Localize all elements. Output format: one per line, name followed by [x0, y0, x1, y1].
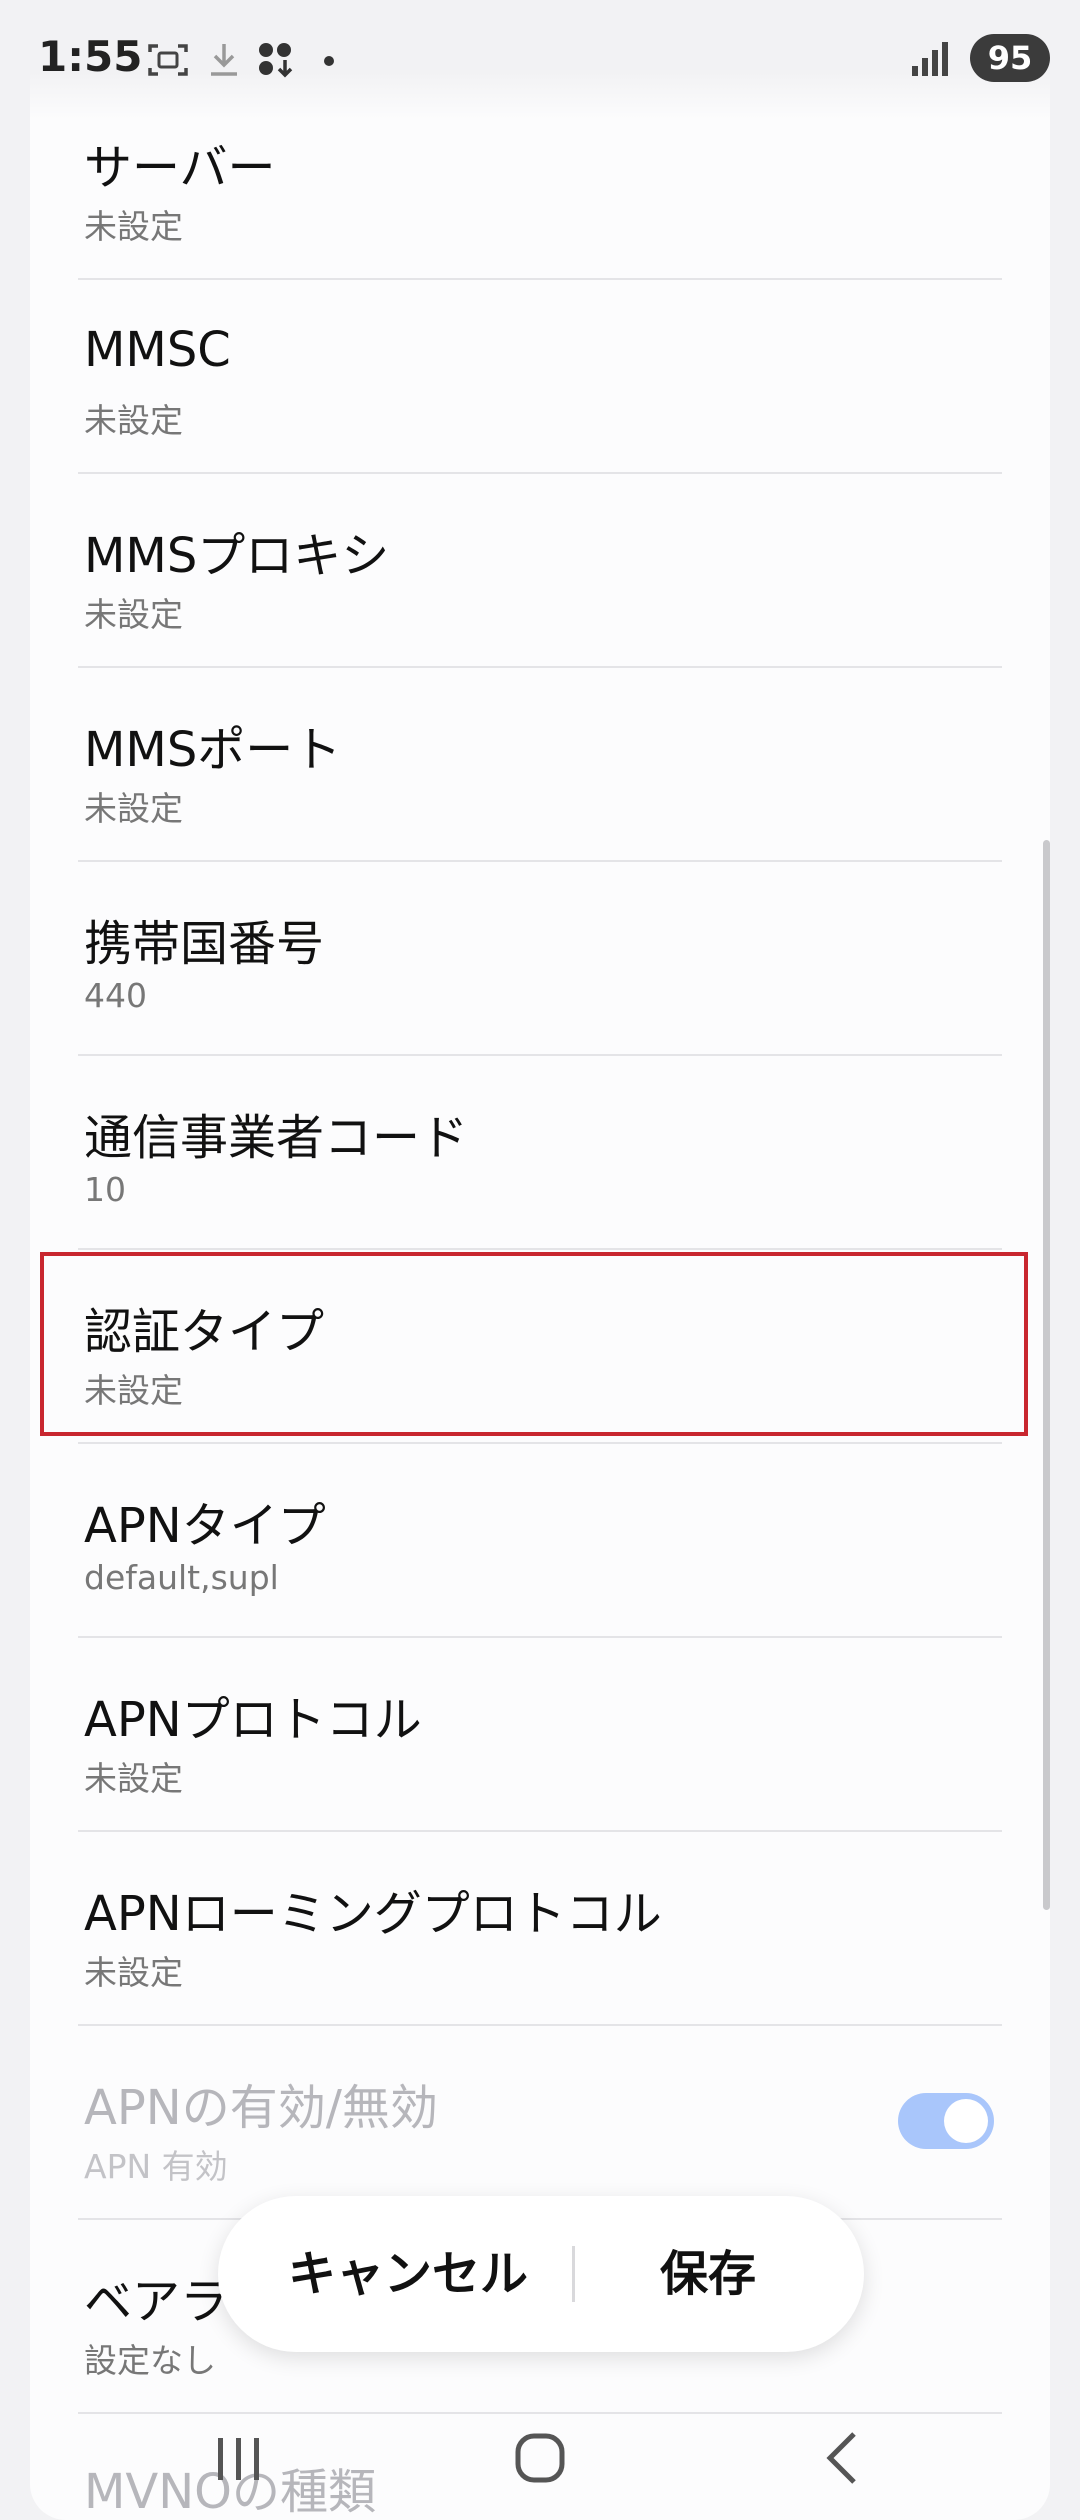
apn-enable-toggle[interactable]: [898, 2093, 994, 2149]
action-bar: キャンセル 保存: [218, 2196, 864, 2352]
home-icon[interactable]: [480, 2420, 600, 2500]
setting-title: APNの有効/無効: [84, 2080, 438, 2136]
setting-title: APNローミングプロトコル: [84, 1886, 662, 1942]
setting-title: ベアラ: [84, 2274, 229, 2330]
apps-download-icon: [259, 43, 293, 78]
selection-highlight: [40, 1252, 1028, 1436]
setting-title: APNプロトコル: [84, 1692, 422, 1748]
screenshot-icon: [148, 44, 188, 76]
setting-item-apn-protocol[interactable]: APNプロトコル 未設定: [84, 1652, 1004, 1846]
divider: [78, 1442, 1002, 1444]
setting-title: APNタイプ: [84, 1498, 326, 1554]
recent-apps-icon[interactable]: [178, 2420, 298, 2500]
setting-value: 設定なし: [84, 2341, 216, 2380]
setting-item-mms-port[interactable]: MMSポート 未設定: [84, 682, 1004, 876]
setting-value: 未設定: [84, 789, 183, 828]
divider: [78, 1248, 1002, 1250]
setting-value: APN 有効: [84, 2147, 228, 2186]
download-icon: [211, 44, 237, 76]
setting-title: MMSC: [84, 322, 231, 378]
setting-value: default,supl: [84, 1558, 279, 1597]
setting-value: 未設定: [84, 595, 183, 634]
battery-indicator: 95: [970, 34, 1050, 82]
divider: [78, 860, 1002, 862]
setting-value: 未設定: [84, 1759, 183, 1798]
divider: [78, 2024, 1002, 2026]
divider: [78, 666, 1002, 668]
scrollbar[interactable]: [1043, 840, 1050, 1910]
setting-title: 携帯国番号: [84, 916, 325, 972]
setting-item-apn-roaming-protocol[interactable]: APNローミングプロトコル 未設定: [84, 1846, 1004, 2040]
setting-value: 未設定: [84, 207, 183, 246]
setting-value: 10: [84, 1170, 126, 1209]
action-separator: [572, 2246, 575, 2302]
setting-title: サーバー: [84, 140, 276, 196]
save-button[interactable]: 保存: [588, 2196, 828, 2352]
divider: [78, 472, 1002, 474]
setting-value: 440: [84, 976, 147, 1015]
back-icon[interactable]: [782, 2420, 902, 2500]
divider: [78, 1830, 1002, 1832]
setting-title: MMSポート: [84, 722, 342, 778]
signal-icon: [912, 42, 948, 76]
status-bar: 1:55 95: [0, 0, 1080, 120]
navigation-bar: [0, 2400, 1080, 2520]
toggle-knob: [944, 2099, 988, 2143]
setting-item-server[interactable]: サーバー 未設定: [84, 100, 1004, 294]
setting-item-mcc[interactable]: 携帯国番号 440: [84, 876, 1004, 1070]
notification-dot-icon: [324, 56, 334, 66]
setting-item-mms-proxy[interactable]: MMSプロキシ 未設定: [84, 488, 1004, 682]
status-time: 1:55: [38, 32, 143, 81]
setting-item-mnc[interactable]: 通信事業者コード 10: [84, 1070, 1004, 1264]
divider: [78, 278, 1002, 280]
setting-value: 未設定: [84, 401, 183, 440]
divider: [78, 1054, 1002, 1056]
setting-title: MMSプロキシ: [84, 528, 390, 584]
divider: [78, 1636, 1002, 1638]
setting-item-mmsc[interactable]: MMSC 未設定: [84, 294, 1004, 488]
cancel-button[interactable]: キャンセル: [258, 2196, 558, 2352]
setting-value: 未設定: [84, 1953, 183, 1992]
setting-item-apn-type[interactable]: APNタイプ default,supl: [84, 1458, 1004, 1652]
setting-title: 通信事業者コード: [84, 1110, 469, 1166]
